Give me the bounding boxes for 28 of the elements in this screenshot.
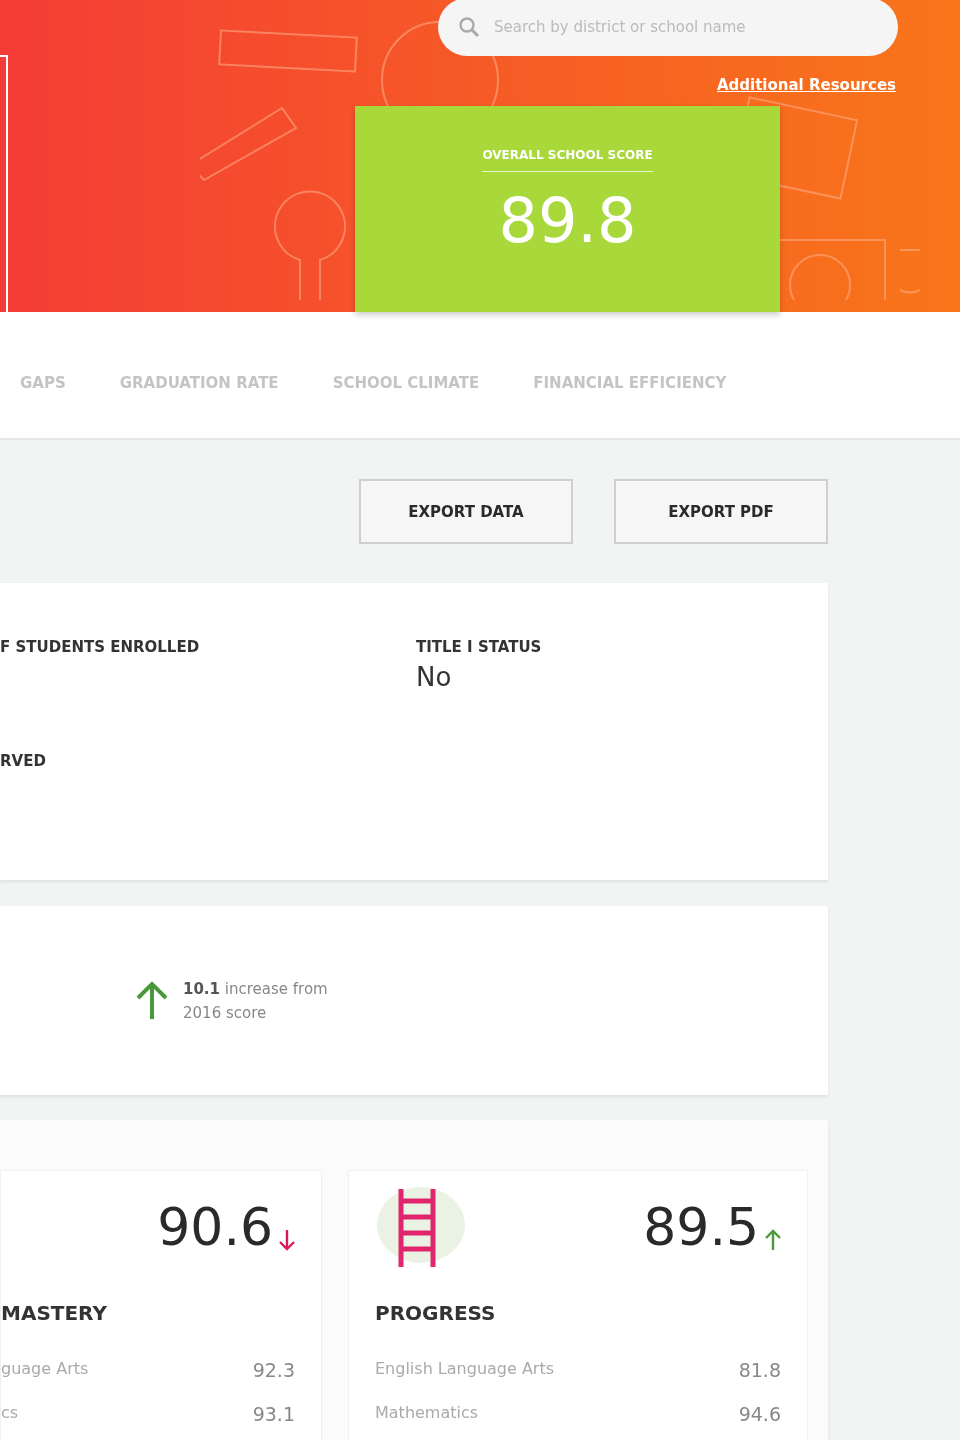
tab[interactable]: GAPS bbox=[20, 374, 66, 392]
field-label: RVED bbox=[0, 752, 47, 770]
tab[interactable]: FINANCIAL EFFICIENCY bbox=[533, 374, 727, 392]
subject-score: 93.1 bbox=[252, 1403, 295, 1425]
subject-label: Mathematics bbox=[375, 1403, 479, 1424]
search-field[interactable]: Search by district or school name bbox=[438, 0, 898, 56]
subject-label: English Language Arts bbox=[375, 1359, 555, 1380]
metric-title: MASTERY bbox=[1, 1301, 108, 1325]
subject-label: guage Arts bbox=[1, 1359, 89, 1380]
export-button[interactable]: EXPORT PDF bbox=[614, 479, 828, 544]
field-value: No bbox=[416, 662, 453, 692]
subject-score: 92.3 bbox=[252, 1359, 295, 1381]
field-label: TITLE I STATUS bbox=[416, 638, 543, 656]
trend-text: 10.1 increase from 2016 score bbox=[183, 978, 329, 1024]
resources-link[interactable]: Additional Resources bbox=[716, 76, 896, 94]
subject-label: cs bbox=[1, 1403, 19, 1424]
field-label: F STUDENTS ENROLLED bbox=[0, 638, 201, 656]
subject-score: 81.8 bbox=[738, 1359, 781, 1381]
tab[interactable]: GRADUATION RATE bbox=[119, 374, 279, 392]
export-button[interactable]: EXPORT DATA bbox=[359, 479, 573, 544]
score-value: 89.8 bbox=[498, 184, 637, 257]
search-icon bbox=[458, 16, 480, 38]
metric-title: PROGRESS bbox=[375, 1301, 497, 1325]
subject-score: 94.6 bbox=[738, 1403, 781, 1425]
score-label: OVERALL SCHOOL SCORE bbox=[482, 148, 653, 172]
metric-score: 89.5 bbox=[643, 1201, 759, 1253]
tab[interactable]: SCHOOL CLIMATE bbox=[332, 374, 480, 392]
metric-score: 90.6 bbox=[157, 1201, 273, 1253]
